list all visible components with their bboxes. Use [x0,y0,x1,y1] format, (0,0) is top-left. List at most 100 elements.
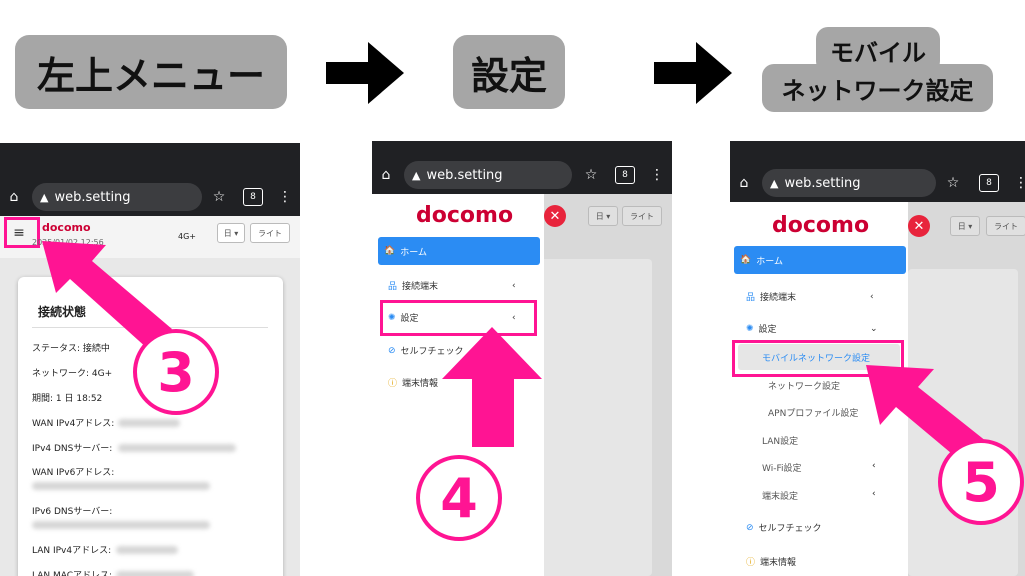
submenu-lan[interactable]: LAN設定 [762,434,798,447]
network-icon: 品 [388,282,398,292]
chevron-left-icon: ‹ [512,280,516,291]
step3-label-line2: ネットワーク設定 [781,76,974,105]
home-icon: 🏠 [740,255,752,265]
warning-icon: ▲ [40,190,49,204]
background-card [540,259,652,576]
tabs-icon[interactable]: 8 [615,166,635,184]
redacted-value [32,521,210,529]
redacted-value [118,419,180,427]
language-select[interactable]: 日 ▾ [217,223,245,243]
chevron-down-icon: ⌄ [870,323,878,334]
language-select[interactable]: 日 ▾ [950,216,980,236]
ipv6-dns-row: IPv6 DNSサーバー: [32,507,113,517]
tab-count: 8 [622,170,628,180]
signal-indicator: 4G+ [178,232,196,241]
language-select-value: 日 [223,228,232,238]
browser-toolbar: ⌂ ▲ web.setting ☆ 8 ⋮ [0,178,300,216]
network-row: ネットワーク: 4G+ [32,369,113,379]
url-text: web.setting [784,175,861,191]
redacted-value [118,444,236,452]
address-bar[interactable]: ▲ web.setting [762,169,936,197]
star-icon[interactable]: ☆ [944,175,962,191]
star-icon[interactable]: ☆ [582,167,600,183]
tab-count: 8 [986,178,992,188]
warning-icon: ▲ [412,168,421,182]
right-arrow-icon [654,42,732,104]
step3-label-line1: モバイル [830,38,926,67]
menu-item-home-label: ホーム [756,256,783,267]
theme-button-label: ライト [630,211,654,221]
step1-label: 左上メニュー [15,35,287,109]
docomo-logo: docomo [416,203,514,228]
address-bar[interactable]: ▲ web.setting [404,161,572,189]
tabs-icon[interactable]: 8 [979,174,999,192]
home-icon[interactable]: ⌂ [378,167,394,183]
home-icon: 🏠 [384,246,396,256]
language-select[interactable]: 日 ▾ [588,206,618,226]
menu-item-selfcheck[interactable]: ⊘ セルフチェック [746,521,896,535]
menu-item-home-label: ホーム [400,247,427,258]
phone-panel-1: ⌂ ▲ web.setting ☆ 8 ⋮ ≡ docomo 2025/01/0… [0,143,300,576]
menu-item-selfcheck-label: セルフチェック [758,524,822,534]
redacted-value [116,571,194,576]
docomo-logo: docomo [772,213,870,238]
chevron-left-icon: ‹ [872,489,876,499]
home-icon[interactable]: ⌂ [736,175,752,191]
menu-item-info-label: 端末情報 [760,558,797,568]
submenu-apn[interactable]: APNプロファイル設定 [768,406,858,419]
url-text: web.setting [54,189,131,205]
menu-item-devices[interactable]: 品 接続端末 ‹ [746,290,896,304]
phone-panel-2: ⌂ ▲ web.setting ☆ 8 ⋮ ✕ 日 ▾ ライト docomo 🏠… [372,141,672,576]
step-number-4: 4 [416,455,502,541]
more-icon[interactable]: ⋮ [650,167,664,183]
step-number-3: 3 [133,329,219,415]
language-select-value: 日 [957,221,966,231]
wrench-icon: ⊘ [388,345,396,356]
redacted-value [32,482,210,490]
browser-toolbar: ⌂ ▲ web.setting ☆ 8 ⋮ [730,164,1025,202]
menu-item-info-label: 端末情報 [402,379,439,389]
info-icon: ⓘ [388,379,398,389]
url-text: web.setting [426,167,503,183]
step-number-5-text: 5 [962,450,1000,514]
menu-item-devices-label: 接続端末 [402,282,439,292]
tab-count: 8 [250,192,256,202]
wan-ipv6-row: WAN IPv6アドレス: [32,468,115,478]
more-icon[interactable]: ⋮ [278,189,292,205]
pointer-arrow-icon [442,327,542,447]
menu-item-devices[interactable]: 品 接続端末 ‹ [388,279,538,293]
home-icon[interactable]: ⌂ [6,189,22,205]
theme-button[interactable]: ライト [250,223,290,243]
menu-item-settings-label: 設定 [758,325,777,335]
chevron-left-icon: ‹ [870,291,874,302]
menu-item-home[interactable]: 🏠 ホーム [378,237,540,265]
theme-button[interactable]: ライト [622,206,662,226]
menu-item-info[interactable]: ⓘ 端末情報 [746,555,896,568]
theme-button[interactable]: ライト [986,216,1025,236]
close-menu-button[interactable]: ✕ [544,205,566,227]
step1-label-text: 左上メニュー [36,53,265,98]
wan-ipv4-row: WAN IPv4アドレス: [32,419,115,429]
ipv4-dns-row: IPv4 DNSサーバー: [32,444,113,454]
close-menu-button[interactable]: ✕ [908,215,930,237]
browser-toolbar: ⌂ ▲ web.setting ☆ 8 ⋮ [372,156,672,194]
menu-item-home[interactable]: 🏠 ホーム [734,246,906,274]
step2-label: 設定 [453,35,565,109]
submenu-wifi[interactable]: Wi-Fi設定 [762,461,801,474]
theme-button-label: ライト [994,221,1018,231]
tabs-icon[interactable]: 8 [243,188,263,206]
theme-button-label: ライト [258,228,282,238]
language-select-value: 日 [595,211,604,221]
more-icon[interactable]: ⋮ [1014,175,1025,191]
star-icon[interactable]: ☆ [210,189,228,205]
lan-mac-row: LAN MACアドレス: [32,571,113,576]
phone-panel-3: ⌂ ▲ web.setting ☆ 8 ⋮ ✕ 日 ▾ ライト docomo 🏠… [730,141,1025,576]
right-arrow-icon [326,42,404,104]
address-bar[interactable]: ▲ web.setting [32,183,202,211]
submenu-network[interactable]: ネットワーク設定 [768,379,840,392]
warning-icon: ▲ [770,176,779,190]
submenu-device-settings[interactable]: 端末設定 [762,489,798,502]
redacted-value [116,546,178,554]
menu-item-settings[interactable]: ✺ 設定 ⌄ [746,322,896,336]
step-number-5: 5 [938,439,1024,525]
